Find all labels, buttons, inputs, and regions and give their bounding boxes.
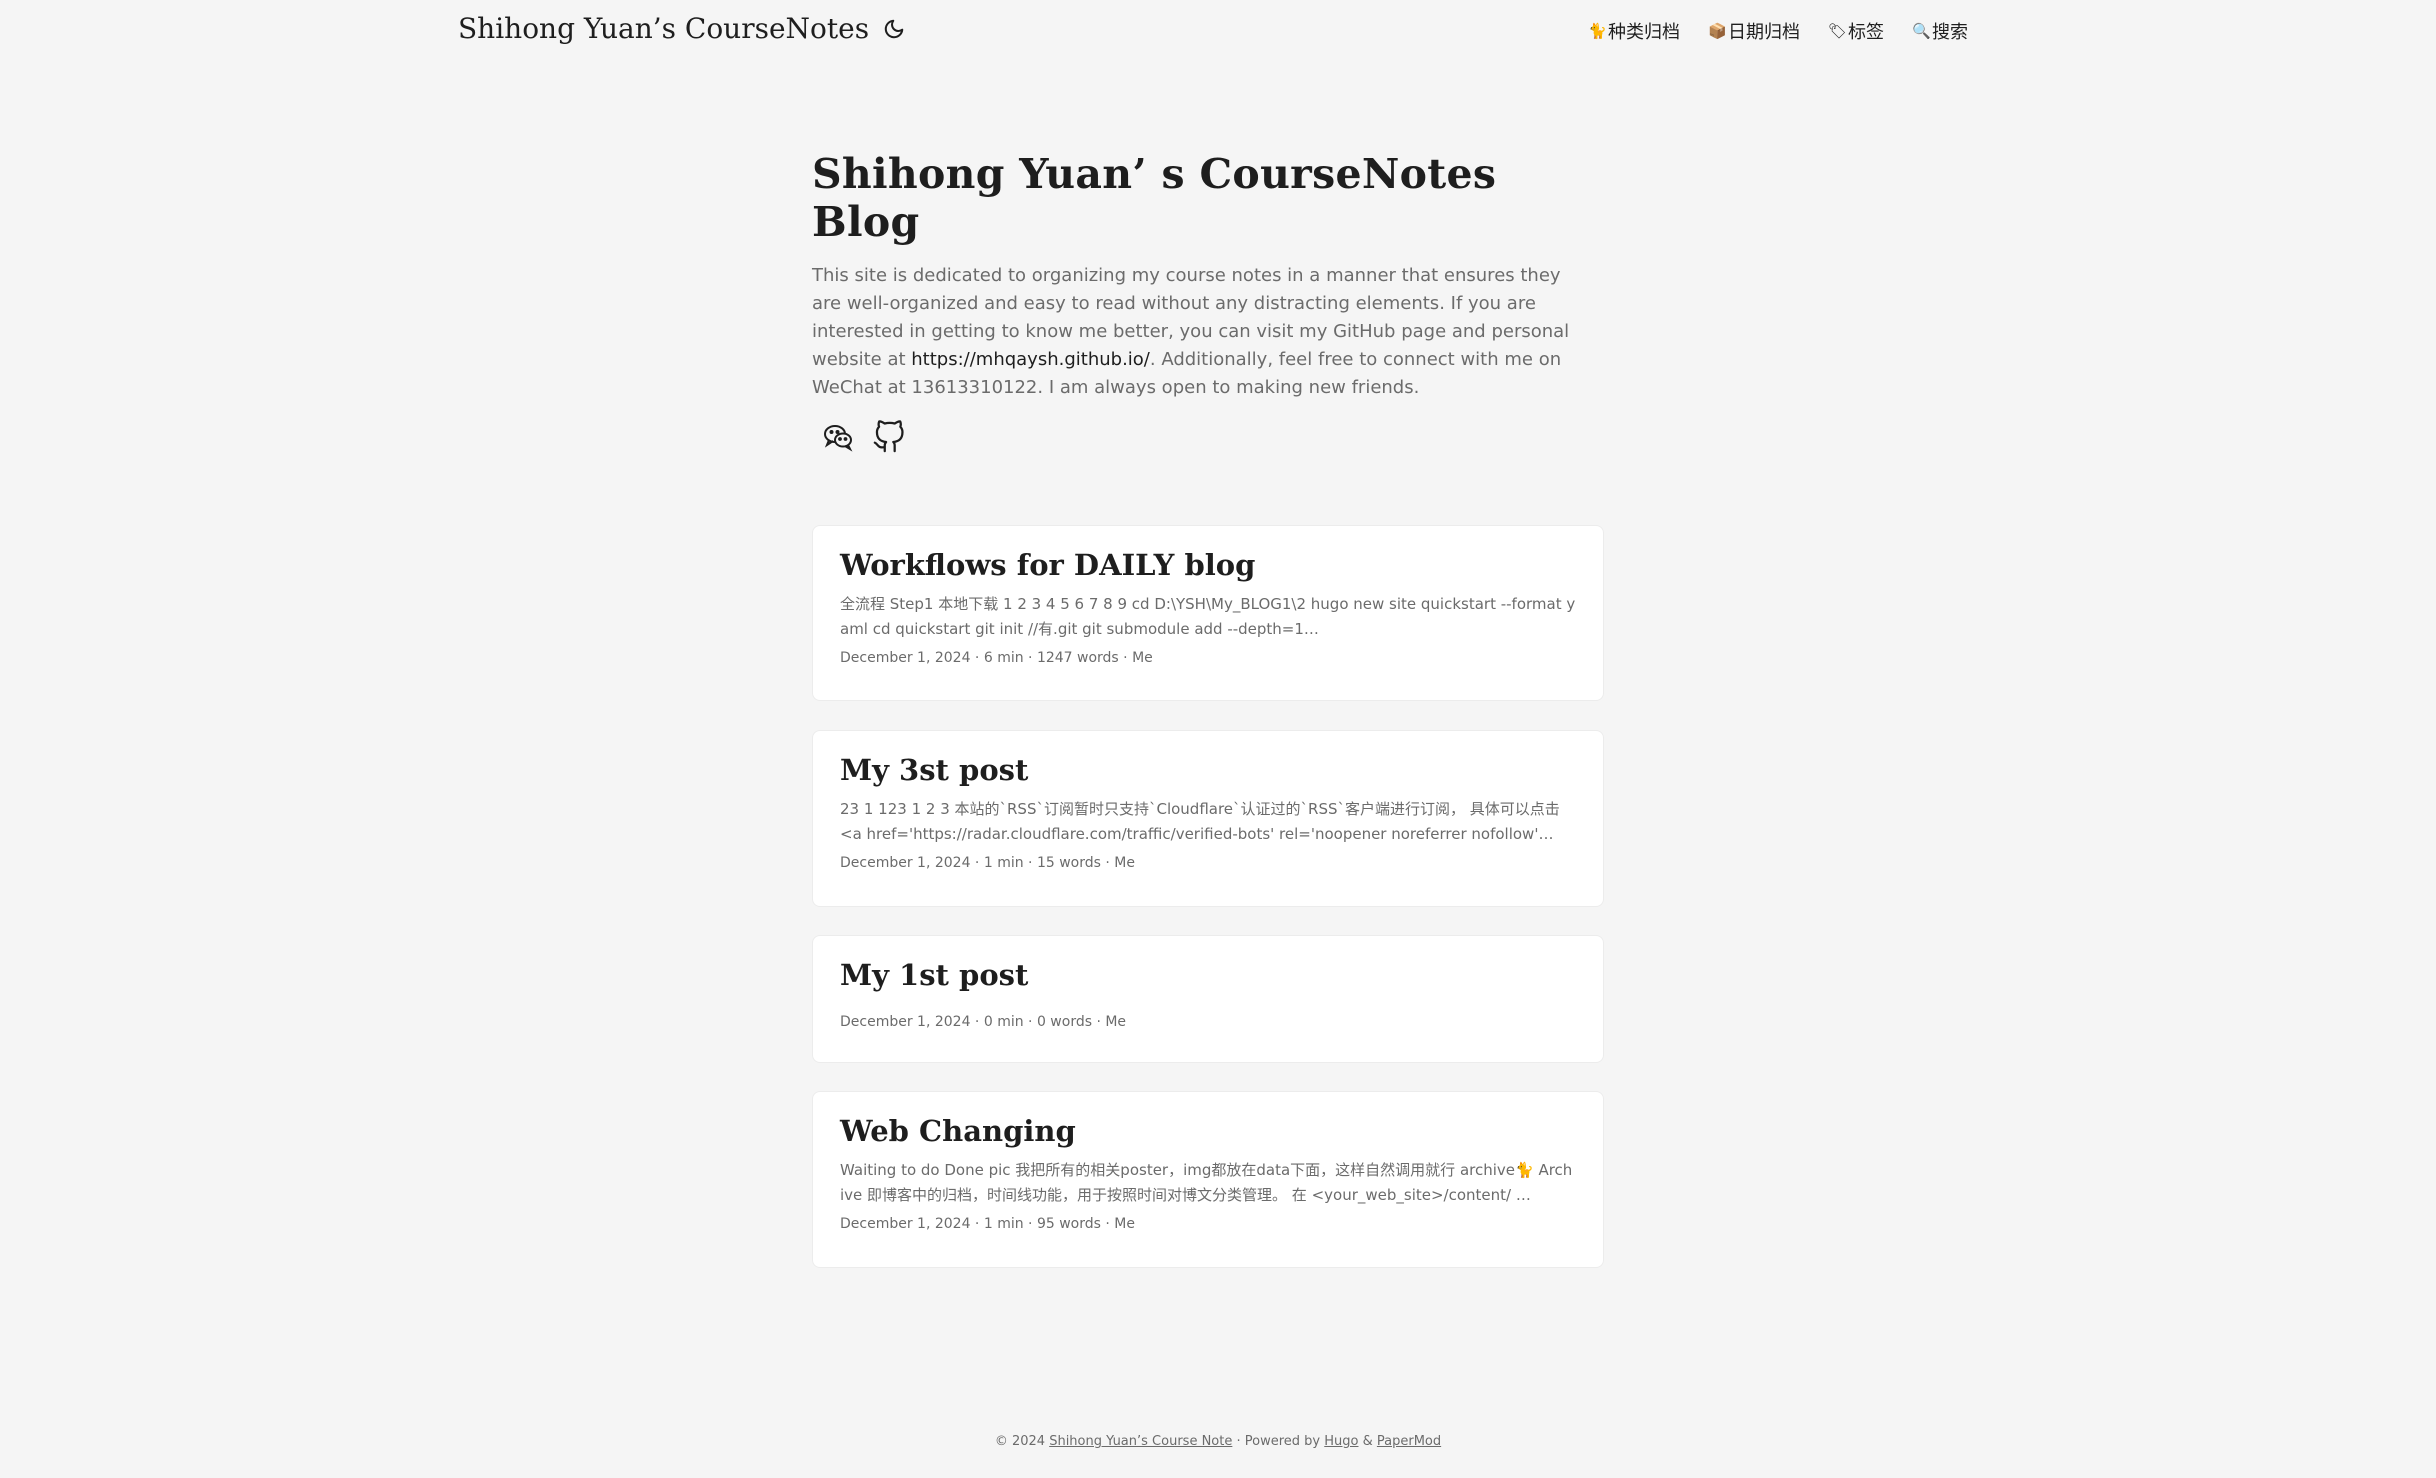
package-icon: 📦 [1708,22,1727,40]
post-excerpt: 23 1 123 1 2 3 本站的`RSS`订阅暂时只支持`Cloudflar… [840,800,1560,843]
footer-powered-text: · Powered by [1232,1434,1325,1449]
papermod-link[interactable]: PaperMod [1377,1434,1441,1449]
github-link[interactable] [872,420,906,454]
menu-item-archives[interactable]: 📦 日期归档 [1708,18,1800,44]
menu-item-label: 种类归档 [1608,22,1680,43]
home-description: This site is dedicated to organizing my … [812,262,1592,402]
menu-item-label: 日期归档 [1728,22,1800,43]
footer-amp: & [1358,1434,1377,1449]
post-title: Workflows for DAILY blog [840,548,1256,582]
site-header: Shihong Yuan’s CourseNotes 🐈 种类归档 📦 日期归档… [0,0,2436,64]
menu-item-tags[interactable]: 🏷 标签 [1828,18,1884,44]
site-logo[interactable]: Shihong Yuan’s CourseNotes [458,12,905,45]
post-excerpt: 全流程 Step1 本地下载 1 2 3 4 5 6 7 8 9 cd D:\Y… [840,595,1576,638]
post-card[interactable]: My 1st post December 1, 2024 · 0 min · 0… [812,935,1604,1063]
post-excerpt: Waiting to do Done pic 我把所有的相关poster，img… [840,1161,1573,1204]
post-meta: December 1, 2024 · 1 min · 95 words · Me [840,1216,1135,1232]
post-meta: December 1, 2024 · 0 min · 0 words · Me [840,1014,1127,1030]
menu-item-label: 搜索 [1932,22,1968,43]
magnifier-icon: 🔍 [1912,22,1931,40]
page-title: Shihong Yuan’ s CourseNotes Blog [812,150,1497,246]
wechat-icon [824,425,853,452]
post-title: Web Changing [840,1114,1076,1148]
menu-item-search[interactable]: 🔍 搜索 [1912,18,1968,44]
github-icon [873,420,904,453]
post-card[interactable]: Workflows for DAILY blog 全流程 Step1 本地下载 … [812,525,1604,701]
post-card[interactable]: Web Changing Waiting to do Done pic 我把所有… [812,1091,1604,1268]
tag-icon: 🏷 [1828,22,1848,40]
post-card[interactable]: My 3st post 23 1 123 1 2 3 本站的`RSS`订阅暂时只… [812,730,1604,907]
hugo-link[interactable]: Hugo [1324,1434,1358,1449]
wechat-link[interactable] [822,420,856,454]
cat-icon: 🐈 [1588,22,1607,40]
post-title: My 1st post [840,958,1029,992]
site-logo-text: Shihong Yuan’s CourseNotes [458,12,870,45]
post-meta: December 1, 2024 · 1 min · 15 words · Me [840,855,1135,871]
footer-copyright: © 2024 [994,1434,1050,1449]
theme-toggle-moon-icon[interactable] [883,18,905,40]
footer-site-link[interactable]: Shihong Yuan’s Course Note [1049,1434,1232,1449]
menu-item-label: 标签 [1848,22,1884,43]
personal-website-link[interactable]: https://mhqaysh.github.io/ [911,349,1150,370]
social-icons [812,420,1604,454]
main-menu: 🐈 种类归档 📦 日期归档 🏷 标签 🔍 搜索 [1588,18,1968,44]
site-footer: © 2024 Shihong Yuan’s Course Note · Powe… [0,1434,2436,1449]
menu-item-categories[interactable]: 🐈 种类归档 [1588,18,1680,44]
post-meta: December 1, 2024 · 6 min · 1247 words · … [840,650,1153,666]
home-info: Shihong Yuan’ s CourseNotes Blog This si… [812,150,1604,454]
post-title: My 3st post [840,753,1029,787]
